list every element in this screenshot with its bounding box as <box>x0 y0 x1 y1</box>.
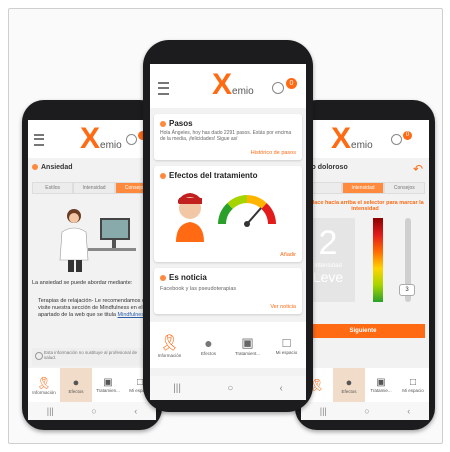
nav-efectos[interactable]: ● Efectos <box>60 368 92 402</box>
noticia-title: Es noticia <box>160 273 207 282</box>
historico-pasos-link[interactable]: Histórico de pasos <box>251 150 296 156</box>
bullet-icon <box>32 164 38 171</box>
right-phone: Xemio 0 pito doloroso ↶ Intensidad Conse… <box>295 100 435 430</box>
left-footer-note: Esta información no sustituye al profesi… <box>32 348 152 366</box>
recent-apps-icon[interactable]: ||| <box>173 383 181 394</box>
nav-efectos-center[interactable]: ● Efectos <box>189 322 228 368</box>
center-topbar: Xemio 0 <box>150 64 306 108</box>
right-topbar: Xemio 0 <box>301 120 429 158</box>
pill-bottle-icon: ▣ <box>241 334 254 350</box>
tab-estilos[interactable]: Estilos <box>32 182 74 194</box>
globe-icon-right[interactable] <box>391 134 402 145</box>
nav-efectos-right[interactable]: ● Efectos <box>333 368 365 402</box>
left-phone: Xemio Ansiedad Estilos Intensidad Consej… <box>22 100 162 430</box>
efectos-title: Efectos del tratamiento <box>160 171 257 180</box>
nav-mi-espacio-right[interactable]: □ Mi espacio <box>397 368 429 402</box>
center-bottom-nav: 🎗 Información ● Efectos ▣ Tratamient... □ Mi… <box>150 322 306 368</box>
menu-icon[interactable] <box>158 82 169 95</box>
back-arrow-icon[interactable]: ↶ <box>413 162 423 176</box>
anadir-link[interactable]: Añadir <box>280 252 296 258</box>
pill-bottle-icon: ▣ <box>376 377 386 388</box>
menu-icon[interactable] <box>34 134 44 146</box>
nav-mi-espacio-center[interactable]: □ Mi espacio <box>267 322 306 368</box>
siguiente-button[interactable]: Siguiente <box>301 324 425 338</box>
home-icon[interactable]: ○ <box>227 383 233 394</box>
nav-tratamiento[interactable]: ▣ Tratamien... <box>92 368 124 402</box>
info-icon <box>35 352 43 360</box>
noticia-text: Facebook y las pseudoterapias <box>160 286 237 292</box>
left-system-nav: ||| ○ ‹ <box>28 402 156 420</box>
nav-tratamiento-right[interactable]: ▣ Tratamie... <box>365 368 397 402</box>
home-icon[interactable]: ○ <box>364 406 369 416</box>
folder-icon: □ <box>282 335 291 350</box>
center-system-nav: ||| ○ ‹ <box>150 376 306 400</box>
left-tabs: Estilos Intensidad Consejos <box>32 182 156 194</box>
xemio-logo-center: Xemio <box>212 68 254 101</box>
intensity-slider-handle[interactable]: 3 <box>399 284 415 296</box>
folder-icon: □ <box>409 377 417 388</box>
left-bullet-text: Terapias de relajación- Le recomendamos … <box>38 298 152 318</box>
pasos-card: Pasos Hola Ángeles, hoy has dado 2291 pa… <box>154 114 302 160</box>
right-tabs: Intensidad Consejos <box>301 182 425 194</box>
right-phone-screen: Xemio 0 pito doloroso ↶ Intensidad Conse… <box>301 120 429 420</box>
globe-icon[interactable] <box>126 134 137 145</box>
back-icon[interactable]: ‹ <box>134 406 137 416</box>
notification-badge-right[interactable]: 0 <box>403 131 412 140</box>
center-phone-screen: Xemio 0 Pasos Hola Ángeles, hoy has dado… <box>150 64 306 400</box>
tab-intensidad[interactable]: Intensidad <box>73 182 115 194</box>
left-phone-screen: Xemio Ansiedad Estilos Intensidad Consej… <box>28 120 156 420</box>
pill-bottle-icon: ▣ <box>103 377 113 388</box>
right-system-nav: ||| ○ ‹ <box>301 402 429 420</box>
ver-noticia-link[interactable]: Ver noticia <box>270 304 296 310</box>
tab-intensidad-right[interactable]: Intensidad <box>342 182 384 194</box>
patient-illustration <box>176 193 204 242</box>
nav-tratamiento-center[interactable]: ▣ Tratamient... <box>228 322 267 368</box>
left-intro-text: La ansiedad se puede abordar mediante: <box>32 280 133 286</box>
nav-informacion[interactable]: 🎗 Información <box>28 368 60 402</box>
person-icon: ● <box>345 376 353 389</box>
ribbon-icon: 🎗 <box>159 334 180 352</box>
center-phone: Xemio 0 Pasos Hola Ángeles, hoy has dado… <box>143 40 313 412</box>
intensity-instruction: splace hacia arriba el selector para mar… <box>306 200 424 212</box>
tab-consejos-right[interactable]: Consejos <box>383 182 425 194</box>
nav-informacion-center[interactable]: 🎗 Información <box>150 322 189 368</box>
recent-apps-icon[interactable]: ||| <box>320 406 327 416</box>
notification-badge-center[interactable]: 0 <box>286 78 297 89</box>
right-bottom-nav: 🎗 ● Efectos ▣ Tratamie... □ Mi espacio <box>301 368 429 402</box>
bullet-icon <box>160 172 166 179</box>
doctor-illustration <box>59 209 136 272</box>
person-icon: ● <box>204 334 213 351</box>
back-icon[interactable]: ‹ <box>407 406 410 416</box>
xemio-logo-right: Xemio <box>331 122 373 155</box>
left-topbar: Xemio <box>28 120 156 158</box>
recent-apps-icon[interactable]: ||| <box>47 406 54 416</box>
ribbon-icon: 🎗 <box>36 375 52 390</box>
bullet-icon <box>160 120 166 127</box>
left-section-header: Ansiedad <box>32 164 73 171</box>
xemio-logo: Xemio <box>80 122 122 155</box>
globe-icon-center[interactable] <box>272 82 284 94</box>
gauge-icon <box>218 195 276 227</box>
person-icon: ● <box>72 376 80 389</box>
intensity-color-scale <box>373 218 383 302</box>
noticia-card: Es noticia Facebook y las pseudoterapias… <box>154 268 302 314</box>
pasos-text: Hola Ángeles, hoy has dado 2291 pasos. E… <box>160 130 292 142</box>
pasos-title: Pasos <box>160 119 193 128</box>
efectos-card: Efectos del tratamiento Añadir <box>154 166 302 262</box>
back-icon[interactable]: ‹ <box>280 383 283 394</box>
left-bottom-nav: 🎗 Información ● Efectos ▣ Tratamien... □ Mi … <box>28 368 156 402</box>
bullet-icon <box>160 274 166 281</box>
home-icon[interactable]: ○ <box>91 406 96 416</box>
